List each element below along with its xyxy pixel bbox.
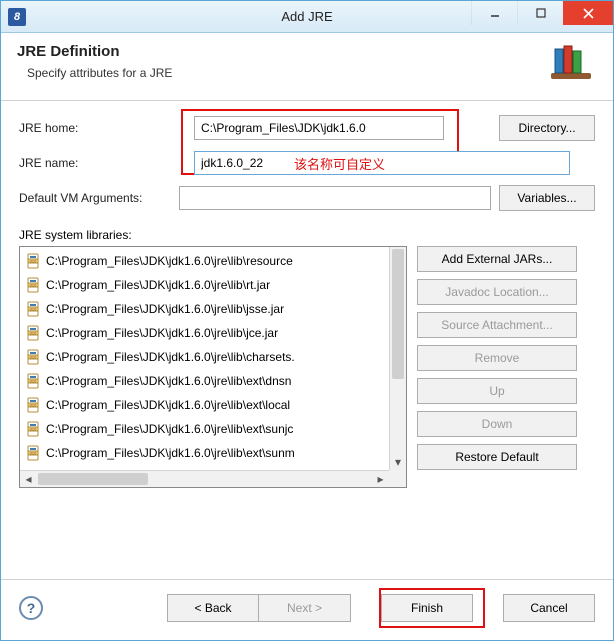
page-subtitle: Specify attributes for a JRE xyxy=(27,66,172,80)
list-item[interactable]: 010 C:\Program_Files\JDK\jdk1.6.0\jre\lib… xyxy=(26,273,389,297)
jar-path: C:\Program_Files\JDK\jdk1.6.0\jre\lib\ex… xyxy=(46,398,290,412)
finish-button[interactable]: Finish xyxy=(381,594,473,622)
app-icon: 8 xyxy=(8,8,26,26)
jar-path: C:\Program_Files\JDK\jdk1.6.0\jre\lib\ex… xyxy=(46,374,291,388)
jar-path: C:\Program_Files\JDK\jdk1.6.0\jre\lib\ex… xyxy=(46,446,295,460)
directory-button[interactable]: Directory... xyxy=(499,115,595,141)
variables-button[interactable]: Variables... xyxy=(499,185,595,211)
libraries-section: JRE system libraries: 010 C:\Program_File… xyxy=(1,224,613,498)
jre-home-label: JRE home: xyxy=(19,121,194,135)
cancel-button[interactable]: Cancel xyxy=(503,594,595,622)
list-item[interactable]: 010 C:\Program_Files\JDK\jdk1.6.0\jre\lib… xyxy=(26,369,389,393)
form-area: JRE home: Directory... JRE name: 该名称可自定义… xyxy=(1,101,613,224)
restore-default-button[interactable]: Restore Default xyxy=(417,444,577,470)
svg-text:010: 010 xyxy=(30,379,37,384)
jar-path: C:\Program_Files\JDK\jdk1.6.0\jre\lib\rt… xyxy=(46,278,270,292)
help-button[interactable]: ? xyxy=(19,596,43,620)
jar-path: C:\Program_Files\JDK\jdk1.6.0\jre\lib\re… xyxy=(46,254,293,268)
back-button[interactable]: < Back xyxy=(167,594,259,622)
close-button[interactable] xyxy=(563,1,613,25)
window-buttons xyxy=(471,1,613,32)
source-attachment-button[interactable]: Source Attachment... xyxy=(417,312,577,338)
library-icon xyxy=(549,43,593,86)
library-buttons: Add External JARs... Javadoc Location...… xyxy=(417,246,577,488)
vm-args-input[interactable] xyxy=(179,186,491,210)
scroll-down-icon[interactable]: ▾ xyxy=(390,453,406,470)
jar-path: C:\Program_Files\JDK\jdk1.6.0\jre\lib\js… xyxy=(46,302,284,316)
dialog-footer: ? < Back Next > Finish Cancel xyxy=(1,579,613,640)
list-item[interactable]: 010 C:\Program_Files\JDK\jdk1.6.0\jre\lib… xyxy=(26,393,389,417)
svg-text:010: 010 xyxy=(30,427,37,432)
jre-name-label: JRE name: xyxy=(19,156,194,170)
close-icon xyxy=(583,8,594,19)
page-title: JRE Definition xyxy=(17,43,172,60)
libraries-label: JRE system libraries: xyxy=(19,228,595,242)
dialog-header: JRE Definition Specify attributes for a … xyxy=(1,33,613,100)
next-button[interactable]: Next > xyxy=(259,594,351,622)
horizontal-scrollbar[interactable]: ◂ ▸ xyxy=(20,470,389,487)
svg-text:010: 010 xyxy=(30,403,37,408)
svg-text:010: 010 xyxy=(30,307,37,312)
javadoc-location-button[interactable]: Javadoc Location... xyxy=(417,279,577,305)
scroll-right-icon[interactable]: ▸ xyxy=(372,471,389,487)
down-button[interactable]: Down xyxy=(417,411,577,437)
list-item[interactable]: 010 C:\Program_Files\JDK\jdk1.6.0\jre\lib… xyxy=(26,441,389,465)
up-button[interactable]: Up xyxy=(417,378,577,404)
list-item[interactable]: 010 C:\Program_Files\JDK\jdk1.6.0\jre\lib… xyxy=(26,417,389,441)
add-jre-dialog: 8 Add JRE JRE Definition Specify attribu… xyxy=(0,0,614,641)
jar-path: C:\Program_Files\JDK\jdk1.6.0\jre\lib\ch… xyxy=(46,350,295,364)
svg-text:010: 010 xyxy=(30,331,37,336)
jar-path: C:\Program_Files\JDK\jdk1.6.0\jre\lib\ex… xyxy=(46,422,293,436)
minimize-button[interactable] xyxy=(471,1,517,25)
vm-args-label: Default VM Arguments: xyxy=(19,191,179,205)
list-item[interactable]: 010 C:\Program_Files\JDK\jdk1.6.0\jre\lib… xyxy=(26,297,389,321)
remove-button[interactable]: Remove xyxy=(417,345,577,371)
scroll-left-icon[interactable]: ◂ xyxy=(20,471,37,487)
jre-name-row: JRE name: 该名称可自定义 xyxy=(19,150,595,176)
scroll-thumb[interactable] xyxy=(392,249,404,379)
vm-args-row: Default VM Arguments: Variables... xyxy=(19,185,595,211)
libraries-listbox[interactable]: 010 C:\Program_Files\JDK\jdk1.6.0\jre\lib… xyxy=(19,246,407,488)
jre-name-input[interactable] xyxy=(194,151,570,175)
svg-text:010: 010 xyxy=(30,283,37,288)
list-item[interactable]: 010 C:\Program_Files\JDK\jdk1.6.0\jre\lib… xyxy=(26,249,389,273)
maximize-button[interactable] xyxy=(517,1,563,25)
jre-home-input[interactable] xyxy=(194,116,444,140)
jre-home-row: JRE home: Directory... xyxy=(19,115,595,141)
maximize-icon xyxy=(536,8,546,18)
hscroll-thumb[interactable] xyxy=(38,473,148,485)
list-item[interactable]: 010 C:\Program_Files\JDK\jdk1.6.0\jre\lib… xyxy=(26,321,389,345)
jar-path: C:\Program_Files\JDK\jdk1.6.0\jre\lib\jc… xyxy=(46,326,278,340)
vertical-scrollbar[interactable]: ▾ xyxy=(389,247,406,470)
title-bar: 8 Add JRE xyxy=(1,1,613,33)
scroll-corner xyxy=(389,470,406,487)
add-external-jars-button[interactable]: Add External JARs... xyxy=(417,246,577,272)
svg-text:010: 010 xyxy=(30,451,37,456)
svg-text:010: 010 xyxy=(30,355,37,360)
minimize-icon xyxy=(490,8,500,18)
list-item[interactable]: 010 C:\Program_Files\JDK\jdk1.6.0\jre\lib… xyxy=(26,345,389,369)
svg-text:010: 010 xyxy=(30,259,37,264)
